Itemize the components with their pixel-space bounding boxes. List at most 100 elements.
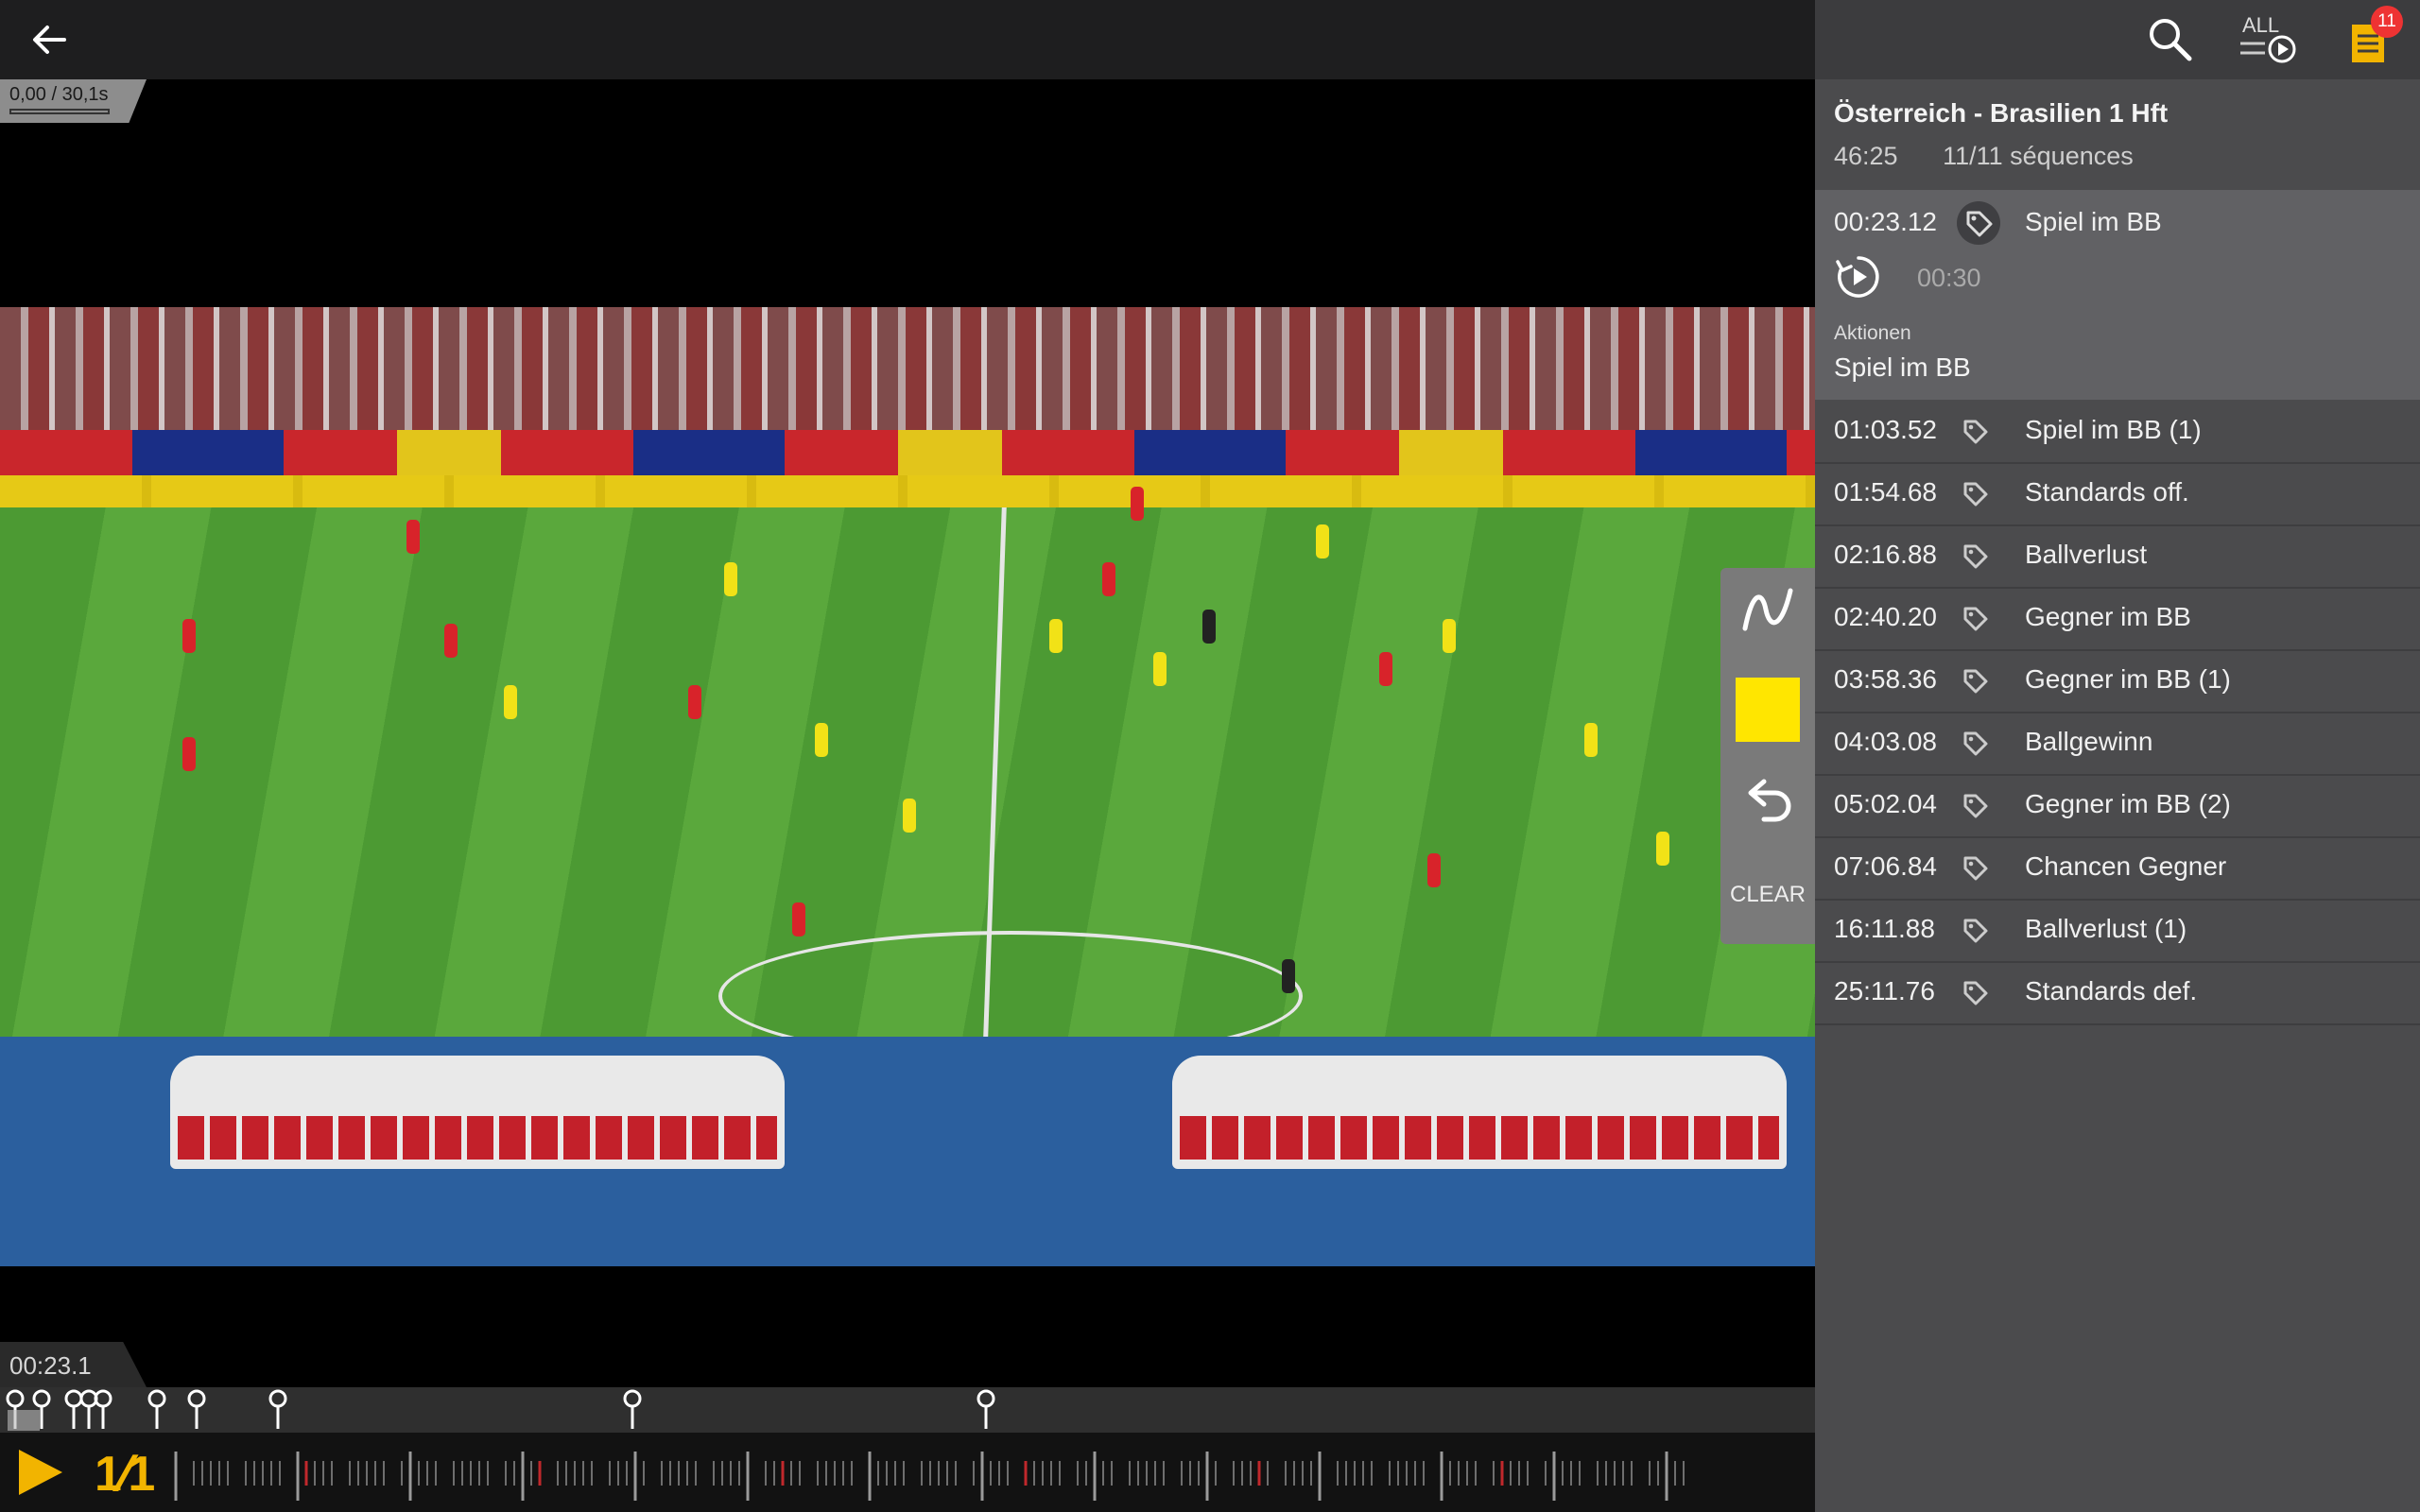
sequence-time: 00:23.12 — [1834, 207, 1937, 236]
player-toolbar — [0, 0, 1815, 79]
drawing-color-swatch[interactable] — [1736, 678, 1800, 742]
official-figure — [1282, 959, 1295, 993]
category-value: Spiel im BB — [1834, 352, 1971, 382]
play-icon[interactable] — [13, 1446, 66, 1499]
sequence-row[interactable]: 03:58.36 Gegner im BB (1) — [1815, 649, 2420, 713]
search-icon[interactable] — [2146, 15, 2193, 62]
sequence-row[interactable]: 02:40.20 Gegner im BB — [1815, 587, 2420, 651]
timeline-scrubber[interactable] — [170, 1433, 1720, 1512]
sequence-time: 02:40.20 — [1834, 602, 1937, 631]
player-figure — [903, 799, 916, 833]
stadium-stands — [0, 307, 1815, 487]
advertising-board — [0, 475, 1815, 507]
sequence-marker — [187, 1389, 206, 1408]
tag-icon[interactable] — [1957, 725, 1995, 763]
player-figure — [1379, 652, 1392, 686]
sequence-label: Gegner im BB — [2025, 602, 2191, 631]
player-figure — [182, 619, 196, 653]
sequence-label: Standards def. — [2025, 976, 2198, 1005]
sequence-time: 01:03.52 — [1834, 415, 1937, 444]
player-figure — [1656, 832, 1669, 866]
sequence-panel: ALL 11 Österreich - Brasilien 1 Hft 46:2… — [1815, 0, 2420, 1512]
playback-controls: 1/1 — [0, 1433, 1815, 1512]
sequence-row[interactable]: 01:03.52 Spiel im BB (1) — [1815, 400, 2420, 464]
clip-counter: 0,00 / 30,1s — [0, 79, 147, 123]
match-title: Österreich - Brasilien 1 Hft — [1834, 98, 2169, 128]
sequence-label: Spiel im BB — [2025, 207, 2162, 236]
tag-icon[interactable] — [1957, 201, 2000, 245]
drawing-toolbar: CLEAR — [1720, 568, 1815, 944]
category-caption: Aktionen — [1834, 322, 1911, 344]
play-all-button[interactable]: ALL — [2237, 13, 2303, 66]
sequence-marker — [268, 1389, 287, 1408]
player-figure — [1153, 652, 1167, 686]
player-figure — [792, 902, 805, 936]
tag-icon[interactable] — [1957, 600, 1995, 638]
player-figure — [1316, 524, 1329, 558]
tag-icon[interactable] — [1957, 787, 1995, 825]
sequence-marker — [6, 1389, 25, 1408]
sequence-time: 04:03.08 — [1834, 727, 1937, 756]
clip-counter-text: 0,00 / 30,1s — [9, 84, 109, 105]
sequence-duration: 00:30 — [1917, 264, 1981, 292]
sequence-label: Standards off. — [2025, 477, 2189, 507]
sequence-row[interactable]: 05:02.04 Gegner im BB (2) — [1815, 774, 2420, 838]
play-all-icon — [2240, 35, 2296, 63]
sequence-marker-track[interactable] — [0, 1387, 1815, 1433]
sequence-time: 01:54.68 — [1834, 477, 1937, 507]
current-time: 00:23.1 — [9, 1351, 92, 1380]
player-figure — [182, 737, 196, 771]
tag-icon[interactable] — [1957, 912, 1995, 950]
sequence-time: 16:11.88 — [1834, 914, 1935, 943]
player-figure — [815, 723, 828, 757]
player-figure — [444, 624, 458, 658]
sequence-count-badge: 11 — [2371, 6, 2403, 38]
player-figure — [688, 685, 701, 719]
tag-icon[interactable] — [1957, 475, 1995, 513]
sequence-label: Gegner im BB (2) — [2025, 789, 2231, 818]
playback-speed-button[interactable]: 1/1 — [95, 1446, 155, 1503]
undo-icon[interactable] — [1739, 774, 1796, 831]
bench-area — [0, 1037, 1815, 1266]
sequence-marker — [147, 1389, 166, 1408]
replay-icon[interactable] — [1834, 252, 1883, 301]
playhead-indicator — [8, 1410, 40, 1431]
tag-icon[interactable] — [1957, 974, 1995, 1012]
player-figure — [724, 562, 737, 596]
clear-drawings-button[interactable]: CLEAR — [1720, 882, 1815, 908]
player-figure — [1102, 562, 1115, 596]
sequence-label: Gegner im BB (1) — [2025, 664, 2231, 694]
clip-progress-bar — [9, 109, 110, 114]
tag-icon[interactable] — [1957, 850, 1995, 887]
sequence-marker — [32, 1389, 51, 1408]
player-figure — [1443, 619, 1456, 653]
sequence-marker — [623, 1389, 642, 1408]
video-frame[interactable] — [0, 307, 1815, 1266]
sequence-row[interactable]: 16:11.88 Ballverlust (1) — [1815, 899, 2420, 963]
sequence-row[interactable]: 04:03.08 Ballgewinn — [1815, 712, 2420, 776]
sequence-marker — [977, 1389, 995, 1408]
sequence-label: Ballverlust — [2025, 540, 2148, 569]
sequence-row[interactable]: 25:11.76 Standards def. — [1815, 961, 2420, 1025]
sequence-time: 25:11.76 — [1834, 976, 1935, 1005]
team-bench-right — [1172, 1056, 1787, 1169]
tag-icon[interactable] — [1957, 662, 1995, 700]
player-figure — [1427, 853, 1441, 887]
player-figure — [406, 520, 420, 554]
player-figure — [1131, 487, 1144, 521]
panel-toolbar: ALL 11 — [1815, 0, 2420, 79]
current-time-tab: 00:23.1 — [0, 1342, 147, 1387]
tag-icon[interactable] — [1957, 413, 1995, 451]
team-bench-left — [170, 1056, 785, 1169]
freehand-draw-icon[interactable] — [1739, 581, 1796, 638]
sequence-row[interactable]: 07:06.84 Chancen Gegner — [1815, 836, 2420, 901]
sequence-row[interactable]: 02:16.88 Ballverlust — [1815, 524, 2420, 589]
player-figure — [1584, 723, 1598, 757]
sequence-row[interactable]: 01:54.68 Standards off. — [1815, 462, 2420, 526]
sequence-label: Spiel im BB (1) — [2025, 415, 2202, 444]
player-figure — [1049, 619, 1063, 653]
match-duration: 46:25 — [1834, 142, 1898, 170]
arrow-left-icon[interactable] — [26, 17, 72, 62]
tag-icon[interactable] — [1957, 538, 1995, 576]
selected-sequence[interactable]: 00:23.12 Spiel im BB 00:30 Aktionen Spie… — [1815, 190, 2420, 400]
